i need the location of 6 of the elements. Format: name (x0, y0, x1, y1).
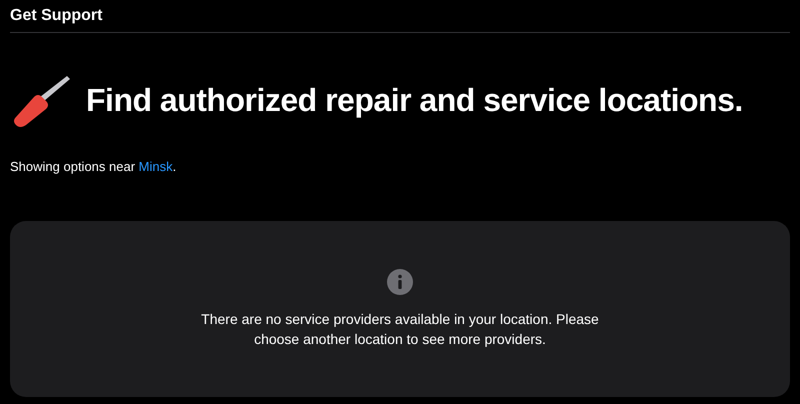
page-title: Get Support (10, 6, 102, 26)
notice-message: There are no service providers available in your location. Please choose another location to see more providers. (200, 310, 600, 348)
info-icon (387, 268, 413, 294)
location-text: Showing options near Minsk. (10, 159, 176, 174)
location-link[interactable]: Minsk (138, 159, 173, 174)
page-heading: Find authorized repair and service locations. (86, 81, 743, 120)
